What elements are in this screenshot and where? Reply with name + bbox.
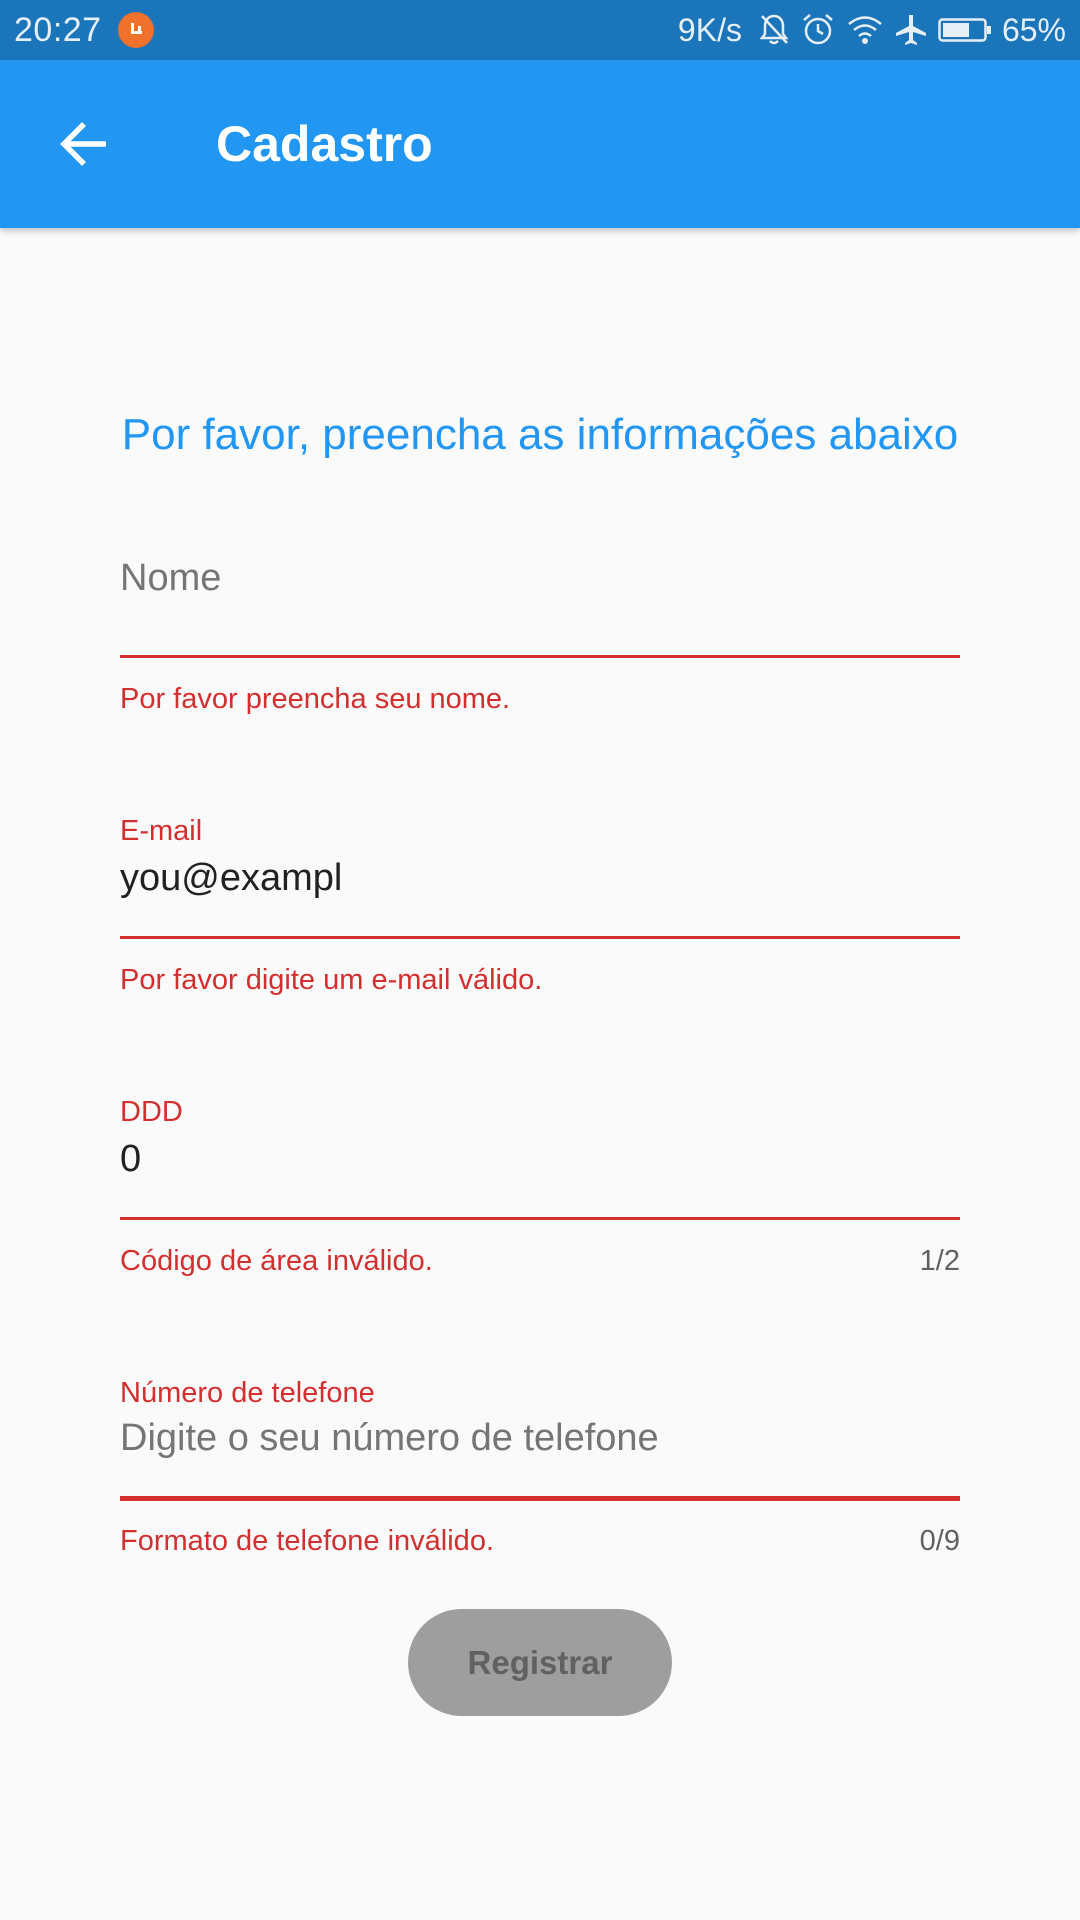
alarm-icon (800, 12, 836, 48)
form-instructions: Por favor, preencha as informações abaix… (121, 410, 959, 459)
email-error: Por favor digite um e-mail válido. (120, 964, 543, 996)
phone-char-counter: 0/9 (919, 1525, 960, 1557)
ddd-label: DDD (120, 1096, 183, 1128)
phone-placeholder: Digite o seu número de telefone (120, 1417, 659, 1459)
back-button[interactable] (44, 104, 124, 184)
name-field[interactable]: Nome Por favor preencha seu nome. (120, 545, 960, 725)
email-value: you@exampl (120, 857, 343, 899)
phone-field[interactable]: Número de telefone Digite o seu número d… (120, 1377, 960, 1567)
name-underline (120, 655, 960, 658)
network-speed: 9K/s (677, 11, 742, 48)
app-bar: Cadastro (0, 60, 1080, 228)
phone-label: Número de telefone (120, 1377, 375, 1409)
register-button[interactable]: Registrar (408, 1609, 672, 1716)
ddd-char-counter: 1/2 (919, 1245, 960, 1277)
phone-error: Formato de telefone inválido. (120, 1525, 494, 1557)
status-indicators: 9K/s 65% (678, 12, 1066, 49)
name-placeholder: Nome (120, 557, 222, 599)
status-time: 20:27 (14, 10, 102, 49)
battery-percent: 65% (1001, 11, 1066, 48)
email-label: E-mail (120, 815, 203, 847)
ddd-error: Código de área inválido. (120, 1245, 433, 1277)
ddd-value: 0 (120, 1138, 142, 1180)
airplane-icon (894, 13, 928, 47)
app-notification-icon (117, 12, 154, 48)
ddd-underline (120, 1217, 960, 1220)
ddd-field[interactable]: DDD 0 Código de área inválido. 1/2 (120, 1096, 960, 1286)
arrow-back-icon (60, 122, 106, 166)
name-error: Por favor preencha seu nome. (120, 683, 511, 715)
wifi-icon (846, 14, 884, 46)
email-field[interactable]: E-mail you@exampl Por favor digite um e-… (120, 815, 960, 1005)
battery-icon (938, 16, 992, 44)
email-underline (120, 936, 960, 939)
bell-off-icon (758, 12, 790, 48)
status-bar: 20:27 9K/s 65% (0, 0, 1080, 60)
page-title: Cadastro (216, 116, 433, 172)
phone-underline (120, 1496, 960, 1501)
